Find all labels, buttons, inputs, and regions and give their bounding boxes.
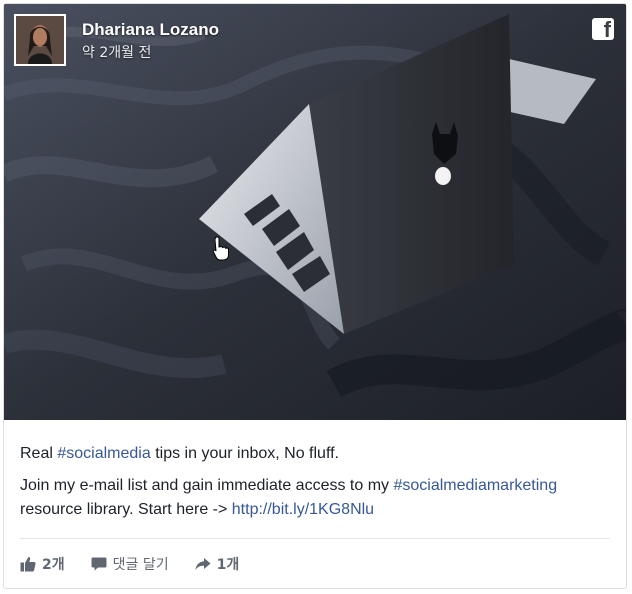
post-line-1: Real #socialmedia tips in your inbox, No… <box>20 442 614 466</box>
thumbs-up-icon <box>20 557 36 572</box>
post-line-2: Join my e-mail list and gain immediate a… <box>20 474 614 522</box>
laptop-on-bed-image <box>4 4 626 420</box>
hashtag-socialmediamarketing[interactable]: #socialmediamarketing <box>393 477 557 494</box>
post-link[interactable]: http://bit.ly/1KG8Nlu <box>232 501 374 518</box>
like-button[interactable]: 2개 <box>20 554 65 574</box>
actions-divider <box>20 538 610 539</box>
hand-pointer-icon <box>212 236 229 261</box>
post-card: Dhariana Lozano 약 2개월 전 f Real #socialme… <box>3 3 627 589</box>
facebook-icon[interactable]: f <box>592 17 614 42</box>
speech-bubble-icon <box>91 557 107 571</box>
comment-button[interactable]: 댓글 달기 <box>91 554 169 574</box>
share-arrow-icon <box>195 558 211 570</box>
author-avatar[interactable] <box>14 14 66 66</box>
facebook-glyph: f <box>603 17 611 42</box>
post-photo[interactable]: Dhariana Lozano 약 2개월 전 f <box>4 4 626 420</box>
avatar-photo <box>16 16 64 64</box>
post-line-2-prefix: Join my e-mail list and gain immediate a… <box>20 477 394 494</box>
post-line-2-middle: resource library. Start here -> <box>20 501 232 518</box>
share-button[interactable]: 1개 <box>195 554 240 574</box>
post-text: Real #socialmedia tips in your inbox, No… <box>20 442 614 530</box>
share-count: 1개 <box>216 557 240 573</box>
author-name[interactable]: Dhariana Lozano <box>82 20 219 40</box>
comment-label: 댓글 달기 <box>112 557 169 573</box>
post-line-1-suffix: tips in your inbox, No fluff. <box>150 445 339 462</box>
post-line-1-prefix: Real <box>20 445 58 462</box>
hashtag-socialmedia[interactable]: #socialmedia <box>57 445 150 462</box>
like-count: 2개 <box>42 557 65 573</box>
post-timestamp[interactable]: 약 2개월 전 <box>82 42 151 62</box>
post-actions: 2개 댓글 달기 1개 <box>20 552 265 576</box>
